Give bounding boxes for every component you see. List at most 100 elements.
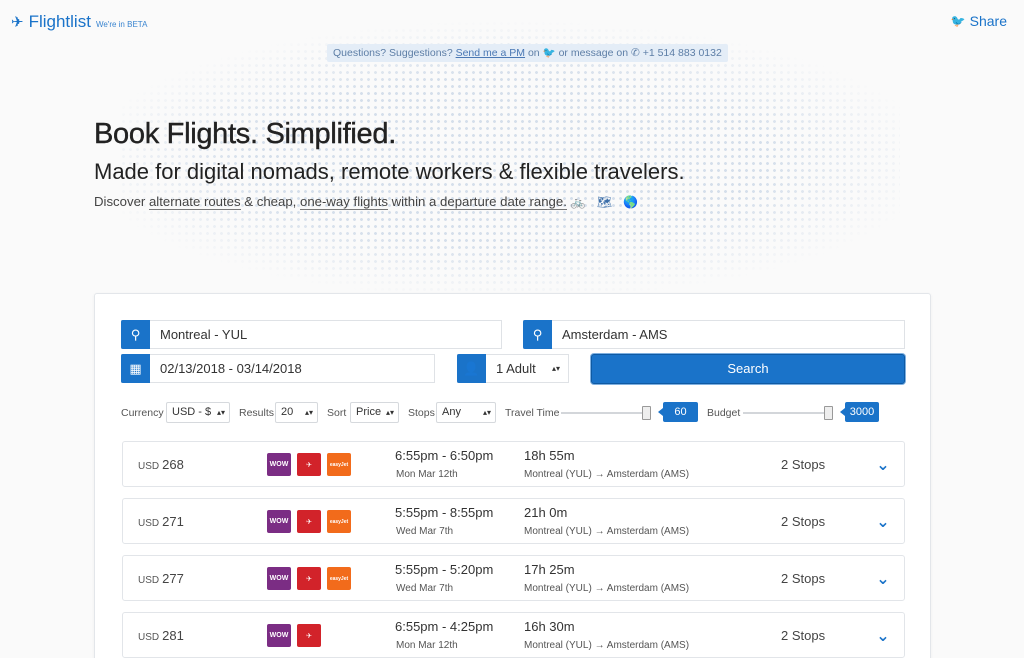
flight-duration: 17h 25m — [524, 562, 575, 577]
result-row[interactable]: USD 271 WOW ✈ easyJet 5:55pm - 8:55pm Wed… — [122, 498, 905, 544]
share-button[interactable]: 🐦 Share — [951, 13, 1007, 29]
result-row[interactable]: USD 277 WOW ✈ easyJet 5:55pm - 5:20pm Wed… — [122, 555, 905, 601]
price: USD 268 — [138, 457, 184, 472]
wow-air-logo: WOW — [267, 624, 291, 647]
flight-duration: 21h 0m — [524, 505, 568, 520]
alternate-routes-link[interactable]: alternate routes — [148, 194, 241, 210]
wow-air-logo: WOW — [267, 567, 291, 590]
currency-code: USD — [138, 575, 160, 586]
twitter-icon: 🐦 — [950, 14, 966, 28]
destination-field[interactable]: ⚲ Amsterdam - AMS — [523, 320, 905, 349]
chevron-down-icon[interactable]: ⌄ — [873, 626, 893, 646]
select-arrows-icon: ▴▾ — [216, 408, 225, 417]
user-icon: 👤 — [457, 354, 486, 383]
flight-stops: 2 Stops — [781, 514, 826, 529]
airline-logos: WOW ✈ easyJet — [267, 567, 351, 590]
norwegian-logo: ✈ — [297, 453, 321, 476]
price: USD 277 — [138, 571, 184, 586]
airline-logos: WOW ✈ easyJet — [267, 510, 351, 533]
sort-value: Price — [356, 406, 382, 418]
price: USD 271 — [138, 514, 184, 529]
results-list: USD 268 WOW ✈ easyJet 6:55pm - 6:50pm Mon… — [122, 441, 905, 658]
destination-value: Amsterdam - AMS — [562, 327, 668, 342]
stops-label: Stops — [408, 407, 435, 419]
travel-time-label: Travel Time — [505, 407, 560, 419]
desc-text: Discover — [94, 194, 146, 209]
currency-select[interactable]: USD - $ ▴▾ — [166, 402, 230, 423]
chevron-down-icon[interactable]: ⌄ — [873, 512, 893, 532]
flight-route: Montreal (YUL) → Amsterdam (AMS) — [524, 640, 690, 651]
twitter-icon[interactable]: 🐦 — [543, 47, 556, 59]
easyjet-logo: easyJet — [327, 510, 351, 533]
map-pin-icon: ⚲ — [523, 320, 552, 349]
hero-title: Book Flights. Simplified. — [94, 118, 397, 150]
flight-date: Mon Mar 12th — [396, 469, 458, 480]
flight-stops: 2 Stops — [781, 457, 826, 472]
norwegian-logo: ✈ — [297, 624, 321, 647]
price-value: 271 — [162, 514, 184, 529]
results-value: 20 — [281, 406, 294, 418]
travel-time-value: 60 — [658, 402, 698, 422]
feedback-or: or message on — [558, 47, 629, 59]
select-arrows-icon: ▴▾ — [304, 408, 313, 417]
budget-slider[interactable] — [743, 406, 833, 420]
sort-select[interactable]: Price ▴▾ — [350, 402, 399, 423]
budget-handle[interactable] — [824, 406, 833, 420]
origin-field[interactable]: ⚲ Montreal - YUL — [121, 320, 502, 349]
chevron-down-icon[interactable]: ⌄ — [873, 455, 893, 475]
flight-times: 6:55pm - 6:50pm — [395, 448, 494, 463]
stops-value: Any — [442, 406, 461, 418]
norwegian-logo: ✈ — [297, 510, 321, 533]
brand-logo[interactable]: ✈ Flightlist We're in BETA — [11, 12, 147, 32]
hero-subtitle: Made for digital nomads, remote workers … — [94, 159, 685, 184]
result-row[interactable]: USD 268 WOW ✈ easyJet 6:55pm - 6:50pm Mon… — [122, 441, 905, 487]
flight-route: Montreal (YUL) → Amsterdam (AMS) — [524, 526, 690, 537]
plane-icon: ✈ — [11, 14, 24, 31]
feedback-phone[interactable]: +1 514 883 0132 — [643, 47, 722, 59]
hero: Book Flights. Simplified. Made for digit… — [94, 118, 685, 210]
calendar-icon: ▦ — [121, 354, 150, 383]
currency-label: Currency — [121, 407, 164, 419]
passengers-select[interactable]: 👤 1 Adult ▴▾ — [457, 354, 569, 383]
flight-times: 6:55pm - 4:25pm — [395, 619, 494, 634]
hero-description: Discover alternate routes & cheap, one-w… — [94, 194, 685, 210]
currency-code: USD — [138, 632, 160, 643]
price-value: 281 — [162, 628, 184, 643]
currency-code: USD — [138, 518, 160, 529]
flight-times: 5:55pm - 8:55pm — [395, 505, 494, 520]
currency-value: USD - $ — [172, 406, 212, 418]
send-pm-link[interactable]: Send me a PM — [456, 47, 525, 59]
travel-time-handle[interactable] — [642, 406, 651, 420]
airline-logos: WOW ✈ — [267, 624, 321, 647]
results-select[interactable]: 20 ▴▾ — [275, 402, 318, 423]
one-way-link[interactable]: one-way flights — [300, 194, 388, 210]
chevron-down-icon[interactable]: ⌄ — [873, 569, 893, 589]
result-row[interactable]: USD 281 WOW ✈ 6:55pm - 4:25pm Mon Mar 12t… — [122, 612, 905, 658]
travel-emoji-icons: 🚲 🗺 🌎 — [570, 195, 643, 209]
flight-stops: 2 Stops — [781, 571, 826, 586]
feedback-on: on — [527, 47, 540, 59]
price-value: 268 — [162, 457, 184, 472]
flight-date: Mon Mar 12th — [396, 640, 458, 651]
desc-text: & cheap, — [244, 194, 297, 209]
stops-select[interactable]: Any ▴▾ — [436, 402, 496, 423]
wow-air-logo: WOW — [267, 510, 291, 533]
travel-time-slider[interactable] — [561, 406, 651, 420]
date-range-field[interactable]: ▦ 02/13/2018 - 03/14/2018 — [121, 354, 435, 383]
filters-bar: Currency USD - $ ▴▾ Results 20 ▴▾ Sort P… — [121, 402, 911, 424]
flight-duration: 18h 55m — [524, 448, 575, 463]
select-arrows-icon: ▴▾ — [482, 408, 491, 417]
norwegian-logo: ✈ — [297, 567, 321, 590]
flight-date: Wed Mar 7th — [396, 526, 454, 537]
passengers-value: 1 Adult — [496, 361, 536, 376]
search-button[interactable]: Search — [591, 354, 905, 384]
date-range-value: 02/13/2018 - 03/14/2018 — [160, 361, 302, 376]
search-card: ⚲ Montreal - YUL ⚲ Amsterdam - AMS ▦ 02/… — [94, 293, 931, 658]
whatsapp-icon: ✆ — [630, 47, 640, 59]
date-range-link[interactable]: departure date range. — [440, 194, 567, 210]
airline-logos: WOW ✈ easyJet — [267, 453, 351, 476]
budget-value: 3000 — [840, 402, 879, 422]
select-arrows-icon: ▴▾ — [385, 408, 394, 417]
beta-badge: We're in BETA — [95, 20, 148, 29]
map-pin-icon: ⚲ — [121, 320, 150, 349]
